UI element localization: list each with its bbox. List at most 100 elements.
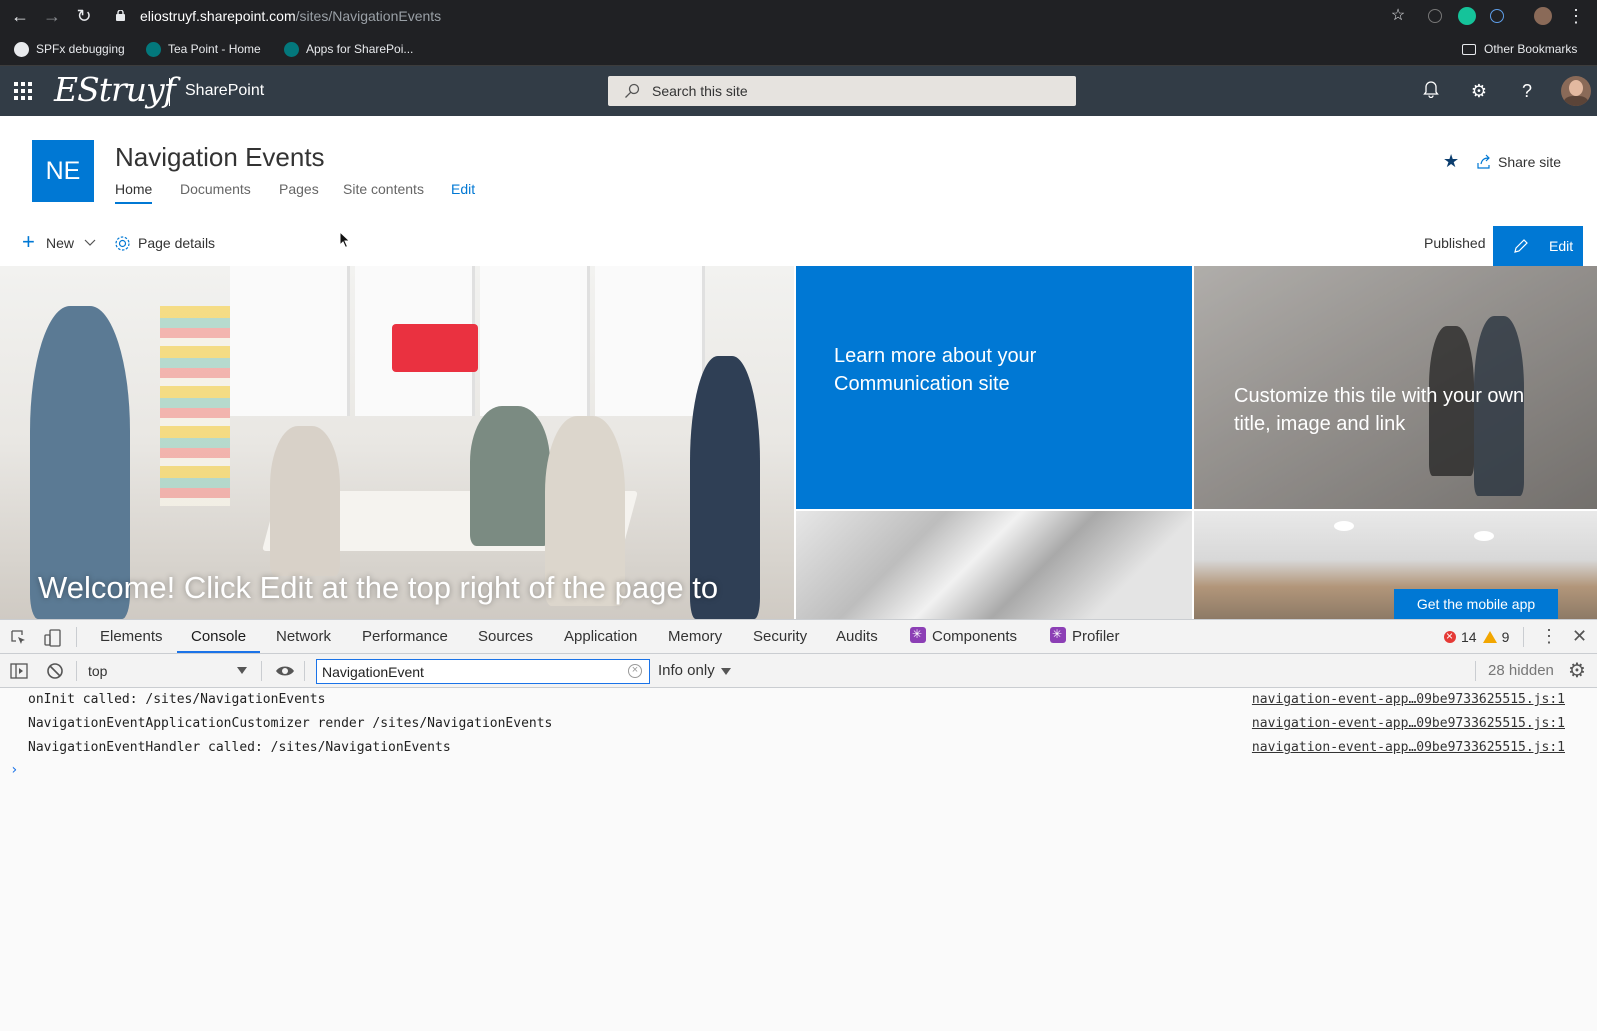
tab-profiler[interactable]: Profiler xyxy=(1050,620,1120,653)
tab-performance[interactable]: Performance xyxy=(362,620,448,653)
ceiling-light xyxy=(1474,531,1494,541)
log-source-link[interactable]: navigation-event-app…09be9733625515.js:1 xyxy=(1252,736,1565,760)
tab-network[interactable]: Network xyxy=(276,620,331,653)
bookmark-apps-for-sharepoint[interactable]: Apps for SharePoi... xyxy=(284,40,413,58)
tab-security[interactable]: Security xyxy=(753,620,807,653)
brand-logo[interactable]: EStruyf xyxy=(54,70,176,110)
user-avatar[interactable] xyxy=(1561,76,1591,106)
context-selector[interactable]: top xyxy=(80,660,255,682)
tab-audits[interactable]: Audits xyxy=(836,620,878,653)
sidebar-toggle-icon[interactable] xyxy=(10,662,28,680)
office-window xyxy=(595,266,705,416)
back-icon[interactable]: ← xyxy=(10,6,30,26)
console-filter-input[interactable] xyxy=(316,659,650,684)
close-devtools-icon[interactable]: ✕ xyxy=(1572,620,1587,653)
tab-sources[interactable]: Sources xyxy=(478,620,533,653)
command-bar: + New Page details Published Edit xyxy=(0,221,1597,266)
devtools-menu-icon[interactable]: ⋮ xyxy=(1540,620,1558,653)
log-levels-dropdown[interactable]: Info only xyxy=(658,660,731,682)
hero-main-caption: Welcome! Click Edit at the top right of … xyxy=(38,570,719,605)
bookmark-spfx-debugging[interactable]: SPFx debugging xyxy=(14,40,125,58)
pendant-lamp xyxy=(392,324,478,372)
console-prompt[interactable]: › xyxy=(10,760,18,780)
device-toolbar-icon[interactable] xyxy=(44,629,62,647)
site-logo[interactable]: NE xyxy=(32,140,94,202)
get-mobile-app-button[interactable]: Get the mobile app xyxy=(1394,589,1558,619)
log-text: onInit called: /sites/NavigationEvents xyxy=(28,692,326,707)
issue-counts[interactable]: 14 9 xyxy=(1444,627,1510,646)
share-label: Share site xyxy=(1498,154,1562,170)
app-launcher-icon[interactable] xyxy=(14,82,32,100)
divider xyxy=(76,627,77,647)
profile-avatar-icon[interactable] xyxy=(1534,7,1552,25)
page-details-button[interactable]: Page details xyxy=(114,232,215,254)
console-message: NavigationEventHandler called: /sites/Na… xyxy=(0,736,1597,760)
log-levels-value: Info only xyxy=(658,662,715,679)
office-window xyxy=(230,266,350,416)
app-name[interactable]: SharePoint xyxy=(185,80,264,102)
console-toolbar: top × Info only 28 hidden ⚙ xyxy=(0,654,1597,688)
sticky-notes-wall xyxy=(160,306,230,506)
nav-edit-link[interactable]: Edit xyxy=(451,178,475,200)
clear-filter-icon[interactable]: × xyxy=(628,664,642,678)
site-title[interactable]: Navigation Events xyxy=(115,140,325,174)
plus-icon: + xyxy=(22,229,35,254)
tab-memory[interactable]: Memory xyxy=(668,620,722,653)
hero-tile-title: Learn more about your Communication site xyxy=(834,345,1037,395)
tab-profiler-label: Profiler xyxy=(1072,628,1120,645)
hero-tile-title: Customize this tile with your own title,… xyxy=(1234,385,1525,435)
settings-gear-icon[interactable]: ⚙ xyxy=(1468,80,1490,102)
live-expression-eye-icon[interactable] xyxy=(275,662,295,680)
url-text: eliostruyf.sharepoint.com/sites/Navigati… xyxy=(140,8,442,24)
hero-tile-customize[interactable]: Customize this tile with your own title,… xyxy=(1194,266,1597,509)
nav-site-contents[interactable]: Site contents xyxy=(343,178,424,200)
tab-elements[interactable]: Elements xyxy=(100,620,163,653)
edit-button[interactable]: Edit xyxy=(1493,226,1583,266)
extension-info-icon[interactable] xyxy=(1428,9,1442,23)
log-source-link[interactable]: navigation-event-app…09be9733625515.js:1 xyxy=(1252,712,1565,736)
page-details-label: Page details xyxy=(138,235,216,251)
warning-count: 9 xyxy=(1501,629,1510,645)
log-source-link[interactable]: navigation-event-app…09be9733625515.js:1 xyxy=(1252,688,1565,712)
pencil-icon xyxy=(1514,239,1528,253)
clear-console-icon[interactable] xyxy=(46,662,64,680)
hero-main-tile[interactable]: Welcome! Click Edit at the top right of … xyxy=(0,266,794,619)
browser-toolbar: ← → ↻ eliostruyf.sharepoint.com/sites/Na… xyxy=(0,0,1597,32)
grammarly-icon[interactable] xyxy=(1458,7,1476,25)
chrome-menu-icon[interactable]: ⋮ xyxy=(1566,6,1586,26)
tab-components[interactable]: Components xyxy=(910,620,1017,653)
share-site-button[interactable]: Share site xyxy=(1476,152,1561,172)
notifications-bell-icon[interactable] xyxy=(1420,80,1442,102)
tab-console[interactable]: Console xyxy=(176,620,261,653)
bookmarks-bar: SPFx debugging Tea Point - Home Apps for… xyxy=(0,32,1597,66)
suite-bar: EStruyf SharePoint Search this site ⚙ ? xyxy=(0,66,1597,116)
folder-icon xyxy=(1462,44,1476,55)
new-label: New xyxy=(46,235,75,251)
console-message: onInit called: /sites/NavigationEvents n… xyxy=(0,688,1597,712)
bookmark-tea-point[interactable]: Tea Point - Home xyxy=(146,40,261,58)
person-figure xyxy=(270,426,340,576)
chevron-down-icon xyxy=(84,239,96,246)
search-icon xyxy=(625,83,640,98)
bookmark-star-icon[interactable]: ☆ xyxy=(1388,6,1408,26)
react-devtools-icon[interactable] xyxy=(1490,9,1504,23)
forward-icon[interactable]: → xyxy=(42,6,62,26)
hero-tile-learn-more[interactable]: Learn more about your Communication site xyxy=(796,266,1192,509)
nav-home[interactable]: Home xyxy=(115,178,153,204)
help-icon[interactable]: ? xyxy=(1516,80,1538,102)
other-bookmarks[interactable]: Other Bookmarks xyxy=(1462,40,1577,58)
nav-pages[interactable]: Pages xyxy=(279,178,319,200)
hero-tile-architecture[interactable] xyxy=(796,511,1192,619)
dropdown-arrow-icon xyxy=(720,668,731,675)
divider xyxy=(304,661,305,681)
office-window xyxy=(480,266,590,416)
tab-application[interactable]: Application xyxy=(564,620,637,653)
console-settings-gear-icon[interactable]: ⚙ xyxy=(1568,654,1586,688)
follow-star-icon[interactable]: ★ xyxy=(1443,152,1461,170)
nav-documents[interactable]: Documents xyxy=(180,178,251,200)
new-button[interactable]: + New xyxy=(22,229,96,254)
address-bar[interactable]: eliostruyf.sharepoint.com/sites/Navigati… xyxy=(110,4,1410,28)
site-search-box[interactable]: Search this site xyxy=(608,76,1076,106)
reload-icon[interactable]: ↻ xyxy=(74,6,94,26)
inspect-element-icon[interactable] xyxy=(10,629,28,647)
